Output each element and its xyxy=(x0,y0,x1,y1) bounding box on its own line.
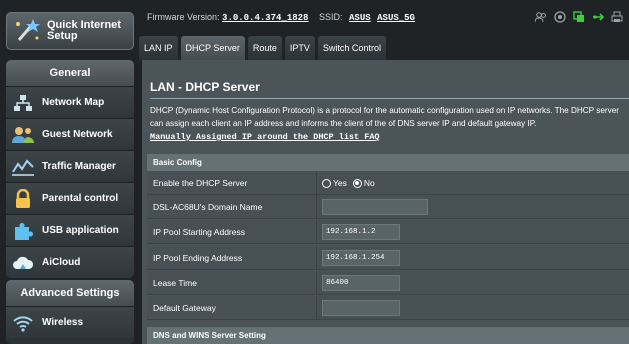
top-bar: Firmware Version: 3.0.0.4.374_1828 SSID:… xyxy=(139,0,629,32)
traffic-manager-icon xyxy=(12,157,34,177)
network-map-icon xyxy=(12,93,34,113)
lease-time-input[interactable]: 86400 xyxy=(322,275,400,291)
ip-pool-start-input[interactable]: 192.168.1.2 xyxy=(322,224,400,240)
row-label: IP Pool Ending Address xyxy=(153,246,317,270)
default-gateway-input[interactable] xyxy=(322,300,400,316)
row-enable-dhcp: Enable the DHCP Server Yes No xyxy=(147,171,629,195)
quick-internet-setup-label: Quick Internet Setup xyxy=(47,19,121,42)
globe-icon[interactable] xyxy=(554,10,566,23)
row-ip-pool-start: IP Pool Starting Address 192.168.1.2 xyxy=(147,220,629,244)
nav-label: Traffic Manager xyxy=(42,161,116,172)
row-ip-pool-end: IP Pool Ending Address 192.168.1.254 xyxy=(147,246,629,270)
ssid-link-2[interactable]: ASUS_5G xyxy=(377,13,415,23)
usb-icon[interactable] xyxy=(592,10,605,22)
radio-label: No xyxy=(363,178,375,188)
wifi-icon xyxy=(12,313,34,333)
faq-link[interactable]: Manually Assigned IP around the DHCP lis… xyxy=(150,132,380,142)
firmware-label: Firmware Version: xyxy=(147,12,220,22)
clients-icon[interactable] xyxy=(534,10,547,23)
nav-aicloud[interactable]: AiCloud xyxy=(6,246,134,278)
row-label: IP Pool Starting Address xyxy=(153,220,317,244)
row-lease-time: Lease Time 86400 xyxy=(147,271,629,295)
radio-label: Yes xyxy=(333,178,347,188)
page-description: DHCP (Dynamic Host Configuration Protoco… xyxy=(150,104,628,144)
dns-wins-heading: DNS and WINS Server Setting xyxy=(147,327,629,344)
radio-no[interactable]: No xyxy=(352,178,375,188)
network-status-icon[interactable] xyxy=(573,10,585,22)
nav-usb-application[interactable]: USB application xyxy=(6,214,134,246)
sidebar: Quick Internet Setup General Network Map… xyxy=(0,0,139,344)
nav-traffic-manager[interactable]: Traffic Manager xyxy=(6,150,134,182)
status-icons xyxy=(534,10,623,23)
row-default-gateway: Default Gateway xyxy=(147,296,629,320)
description-text: DHCP (Dynamic Host Configuration Protoco… xyxy=(150,106,620,128)
tab-dhcp-server[interactable]: DHCP Server xyxy=(180,36,245,60)
firmware-version-link[interactable]: 3.0.0.4.374_1828 xyxy=(222,13,308,23)
nav-parental-control[interactable]: Parental control xyxy=(6,182,134,214)
title-divider xyxy=(150,98,629,99)
page-title: LAN - DHCP Server xyxy=(150,80,260,94)
row-label: Lease Time xyxy=(153,271,317,295)
ssid-link-1[interactable]: ASUS xyxy=(349,13,371,23)
radio-selected-icon xyxy=(352,178,362,188)
magic-wand-icon xyxy=(11,16,41,46)
tab-route[interactable]: Route xyxy=(247,36,282,60)
guest-network-icon xyxy=(12,125,34,145)
nav-network-map[interactable]: Network Map xyxy=(6,86,134,118)
row-label: Enable the DHCP Server xyxy=(153,171,317,195)
nav-label: Parental control xyxy=(42,193,119,204)
ssid-label: SSID: xyxy=(318,12,343,22)
advanced-heading: Advanced Settings xyxy=(6,280,134,306)
tab-switch-control[interactable]: Switch Control xyxy=(317,36,386,60)
general-panel: General Network Map Guest Network Traffi… xyxy=(6,60,134,278)
domain-name-input[interactable] xyxy=(322,199,428,215)
row-domain-name: DSL-AC68U's Domain Name xyxy=(147,195,629,219)
quick-internet-setup-button[interactable]: Quick Internet Setup xyxy=(6,12,134,50)
advanced-panel: Advanced Settings Wireless xyxy=(6,280,134,344)
firmware-info: Firmware Version: 3.0.0.4.374_1828 SSID:… xyxy=(147,12,415,23)
puzzle-icon xyxy=(12,221,34,241)
row-label: DSL-AC68U's Domain Name xyxy=(153,195,317,219)
lock-icon xyxy=(12,188,34,209)
tab-iptv[interactable]: IPTV xyxy=(284,36,315,60)
dhcp-enable-radios: Yes No xyxy=(322,171,381,195)
cloud-icon xyxy=(12,253,34,273)
radio-circle-icon xyxy=(322,178,331,188)
main-content: LAN - DHCP Server DHCP (Dynamic Host Con… xyxy=(142,60,629,344)
nav-label: Guest Network xyxy=(42,129,113,140)
tab-lan-ip[interactable]: LAN IP xyxy=(139,36,178,60)
ip-pool-end-input[interactable]: 192.168.1.254 xyxy=(322,250,400,266)
printer-icon[interactable] xyxy=(611,10,623,22)
nav-label: Wireless xyxy=(42,317,84,328)
nav-wireless[interactable]: Wireless xyxy=(6,306,134,338)
nav-label: USB application xyxy=(42,225,119,236)
general-heading: General xyxy=(6,60,134,86)
nav-label: AiCloud xyxy=(42,257,81,268)
radio-yes[interactable]: Yes xyxy=(322,178,347,188)
basic-config-heading: Basic Config xyxy=(147,154,629,171)
tab-bar: LAN IP DHCP Server Route IPTV Switch Con… xyxy=(139,36,389,60)
row-label: Default Gateway xyxy=(153,296,317,320)
nav-label: Network Map xyxy=(42,97,105,108)
nav-guest-network[interactable]: Guest Network xyxy=(6,118,134,150)
